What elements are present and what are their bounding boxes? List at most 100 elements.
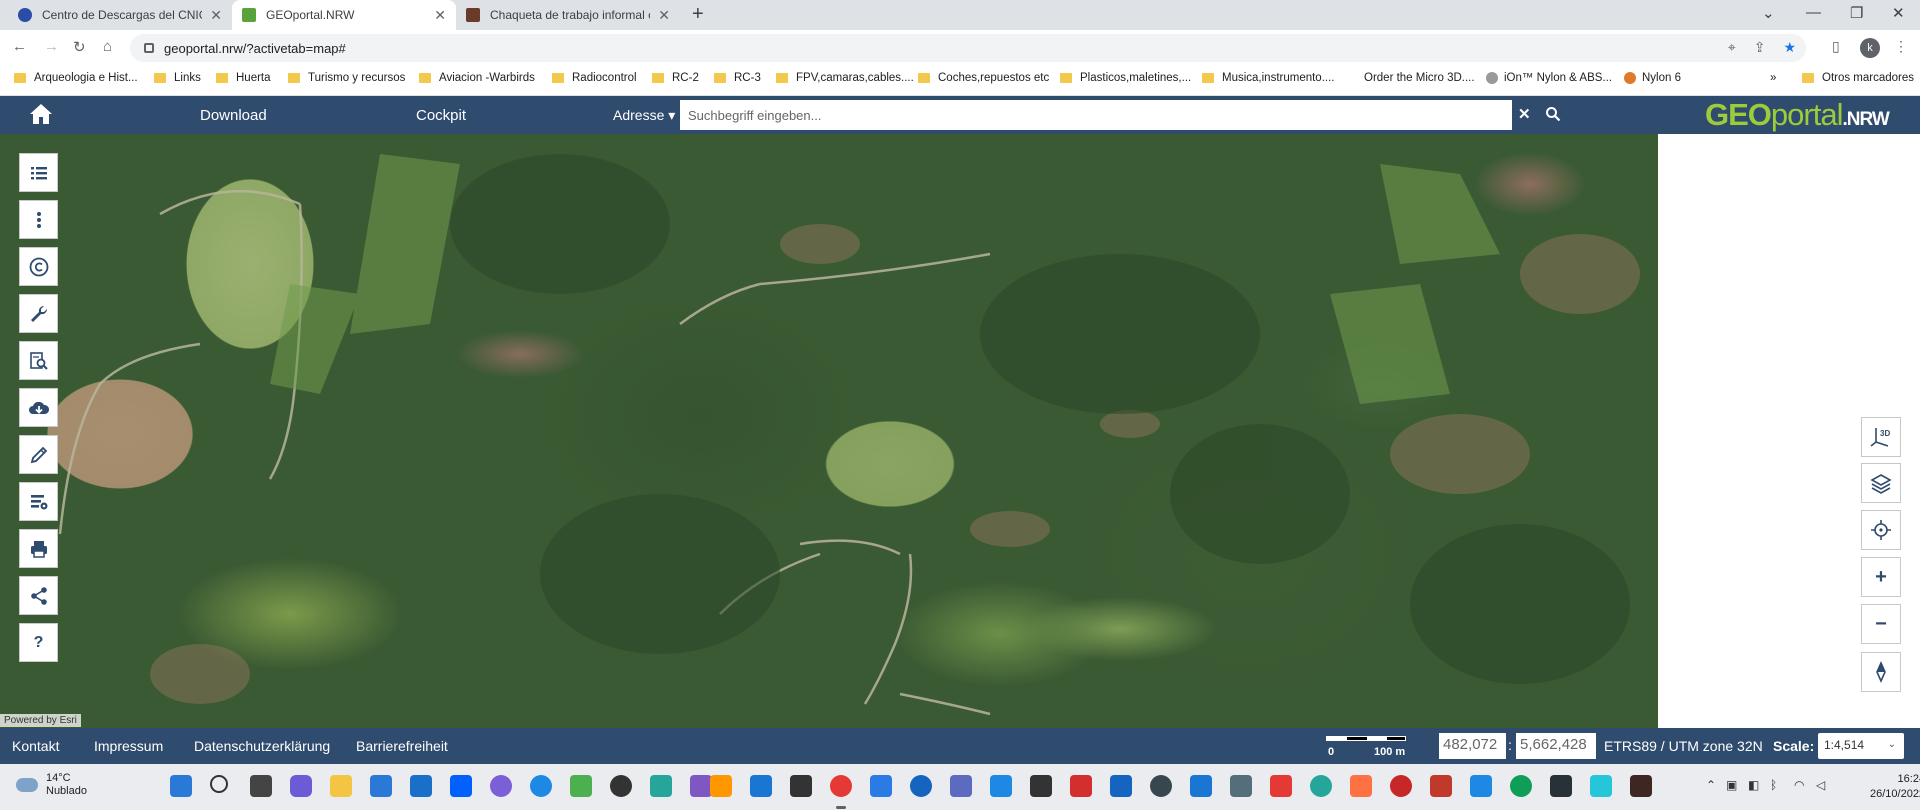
3d-view-button[interactable]: 3D xyxy=(1861,417,1901,457)
coordinate-system-label[interactable]: ETRS89 / UTM zone 32N xyxy=(1604,738,1763,754)
download-data-button[interactable] xyxy=(19,388,58,427)
store-icon[interactable] xyxy=(370,775,392,797)
close-tab-icon[interactable]: ✕ xyxy=(434,7,446,24)
bluetooth-icon[interactable]: ᛒ xyxy=(1770,778,1777,792)
share-page-icon[interactable]: ⇪ xyxy=(1754,39,1766,56)
pdf-icon[interactable] xyxy=(1070,775,1092,797)
music-icon[interactable] xyxy=(870,775,892,797)
layer-settings-button[interactable] xyxy=(19,482,58,521)
zoom-out-button[interactable]: − xyxy=(1861,604,1901,644)
tool-icon[interactable] xyxy=(950,775,972,797)
bookmark-folder[interactable]: FPV,camaras,cables.... xyxy=(776,72,914,84)
bookmark-folder[interactable]: Turismo y recursos xyxy=(288,72,405,84)
close-window-icon[interactable]: ✕ xyxy=(1892,4,1905,22)
back-icon[interactable]: ← xyxy=(12,38,27,55)
close-tab-icon[interactable]: ✕ xyxy=(658,7,670,24)
bookmark-folder[interactable]: Aviacion -Warbirds xyxy=(419,72,535,84)
office-app-icon[interactable] xyxy=(1430,775,1452,797)
record-app-icon[interactable] xyxy=(1390,775,1412,797)
forward-icon[interactable]: → xyxy=(44,38,59,55)
task-view-icon[interactable] xyxy=(250,775,272,797)
azure-icon[interactable] xyxy=(1470,775,1492,797)
more-options-button[interactable] xyxy=(19,200,58,239)
tray-app-icon[interactable]: ▣ xyxy=(1726,778,1737,792)
share-button[interactable] xyxy=(19,576,58,615)
bookmark-folder[interactable]: Radiocontrol xyxy=(552,72,637,84)
dropbox-icon[interactable] xyxy=(450,775,472,797)
bookmark-folder[interactable]: Huerta xyxy=(216,72,271,84)
chrome-icon[interactable] xyxy=(830,775,852,797)
minimize-icon[interactable]: — xyxy=(1806,4,1821,21)
fox-app-icon[interactable] xyxy=(1350,775,1372,797)
copyright-button[interactable] xyxy=(19,247,58,286)
lock-icon[interactable] xyxy=(144,43,154,53)
reload-icon[interactable]: ↻ xyxy=(73,38,86,56)
vpn-icon[interactable] xyxy=(910,775,932,797)
app-icon[interactable] xyxy=(490,775,512,797)
tab-search-icon[interactable]: ⌄ xyxy=(1762,4,1775,22)
nav-download-link[interactable]: Download xyxy=(200,107,267,124)
network-app-icon[interactable] xyxy=(1230,775,1252,797)
code-app-icon[interactable] xyxy=(1590,775,1612,797)
menu-kebab-icon[interactable]: ⋮ xyxy=(1894,38,1908,55)
maximize-icon[interactable]: ❐ xyxy=(1850,4,1863,22)
tray-overflow-icon[interactable]: ⌃ xyxy=(1706,778,1716,792)
bookmark-star-icon[interactable]: ★ xyxy=(1783,39,1796,56)
close-tab-icon[interactable]: ✕ xyxy=(210,7,222,24)
home-page-icon[interactable]: ⌂ xyxy=(103,38,112,55)
footer-link-kontakt[interactable]: Kontakt xyxy=(12,738,59,754)
wifi-icon[interactable]: ◠ xyxy=(1794,778,1804,792)
tools-button[interactable] xyxy=(19,294,58,333)
bookmark-folder[interactable]: RC-3 xyxy=(714,72,761,84)
text-app-icon[interactable] xyxy=(1110,775,1132,797)
file-explorer-icon[interactable] xyxy=(330,775,352,797)
aerial-map[interactable]: Powered by Esri xyxy=(0,134,1658,728)
browser-tab[interactable]: Centro de Descargas del CNIG (I… ✕ xyxy=(8,0,232,30)
nav-cockpit-link[interactable]: Cockpit xyxy=(416,107,466,124)
bookmarks-overflow-button[interactable]: » xyxy=(1770,72,1776,84)
zoom-in-button[interactable]: + xyxy=(1861,557,1901,597)
edge-icon[interactable] xyxy=(1510,775,1532,797)
bookmark-folder[interactable]: RC-2 xyxy=(652,72,699,84)
print-button[interactable] xyxy=(19,529,58,568)
footer-link-datenschutz[interactable]: Datenschutzerklärung xyxy=(194,738,330,754)
address-type-dropdown[interactable]: Adresse ▾ xyxy=(613,107,675,124)
document-app-icon[interactable] xyxy=(990,775,1012,797)
settings-app-icon[interactable] xyxy=(1150,775,1172,797)
video-editor-icon[interactable] xyxy=(790,775,812,797)
layers-button[interactable] xyxy=(1861,463,1901,503)
bookmark-folder[interactable]: Arqueologia e Hist... xyxy=(14,72,138,84)
draw-button[interactable] xyxy=(19,435,58,474)
tray-app-icon[interactable]: ◧ xyxy=(1748,778,1759,792)
power-automate-icon[interactable] xyxy=(750,775,772,797)
home-icon[interactable] xyxy=(28,102,54,126)
new-tab-button[interactable]: + xyxy=(692,3,704,26)
bookmark-folder[interactable]: Links xyxy=(154,72,201,84)
system-clock[interactable]: 16:24 26/10/2022 xyxy=(1870,772,1920,802)
bookmark-link[interactable]: iOn™ Nylon & ABS... xyxy=(1486,72,1612,84)
footer-link-barrierefreiheit[interactable]: Barrierefreiheit xyxy=(356,738,448,754)
flag-app-icon[interactable] xyxy=(1270,775,1292,797)
terminal-app-icon[interactable] xyxy=(1630,775,1652,797)
footer-link-impressum[interactable]: Impressum xyxy=(94,738,163,754)
bookmark-link[interactable]: Order the Micro 3D.... xyxy=(1364,72,1475,84)
b-app-icon[interactable] xyxy=(610,775,632,797)
volume-icon[interactable]: ◁ xyxy=(1816,778,1825,792)
search-icon[interactable] xyxy=(1545,106,1561,122)
browser-tab[interactable]: Chaqueta de trabajo informal cá… ✕ xyxy=(456,0,680,30)
clear-search-icon[interactable]: ✕ xyxy=(1518,105,1531,123)
bookmark-folder[interactable]: Plasticos,maletines,... xyxy=(1060,72,1191,84)
esri-attribution[interactable]: Powered by Esri xyxy=(0,714,81,727)
media-icon[interactable] xyxy=(690,775,712,797)
scale-select[interactable]: 1:4,514 ⌄ xyxy=(1818,733,1904,759)
player-icon[interactable] xyxy=(710,775,732,797)
profile-avatar[interactable]: k xyxy=(1860,38,1880,58)
weather-widget[interactable]: 14°C Nublado xyxy=(16,772,87,798)
taskbar-search-icon[interactable] xyxy=(210,775,228,793)
url-text[interactable]: geoportal.nrw/?activetab=map# xyxy=(164,41,346,56)
location-icon[interactable]: ⌖ xyxy=(1728,39,1736,56)
chat-icon[interactable] xyxy=(290,775,312,797)
sidebar-icon[interactable]: ▯ xyxy=(1832,38,1840,55)
bookmark-folder[interactable]: Coches,repuestos etc xyxy=(918,72,1049,84)
address-bar[interactable]: geoportal.nrw/?activetab=map# ⌖ ⇪ ★ xyxy=(130,34,1806,62)
